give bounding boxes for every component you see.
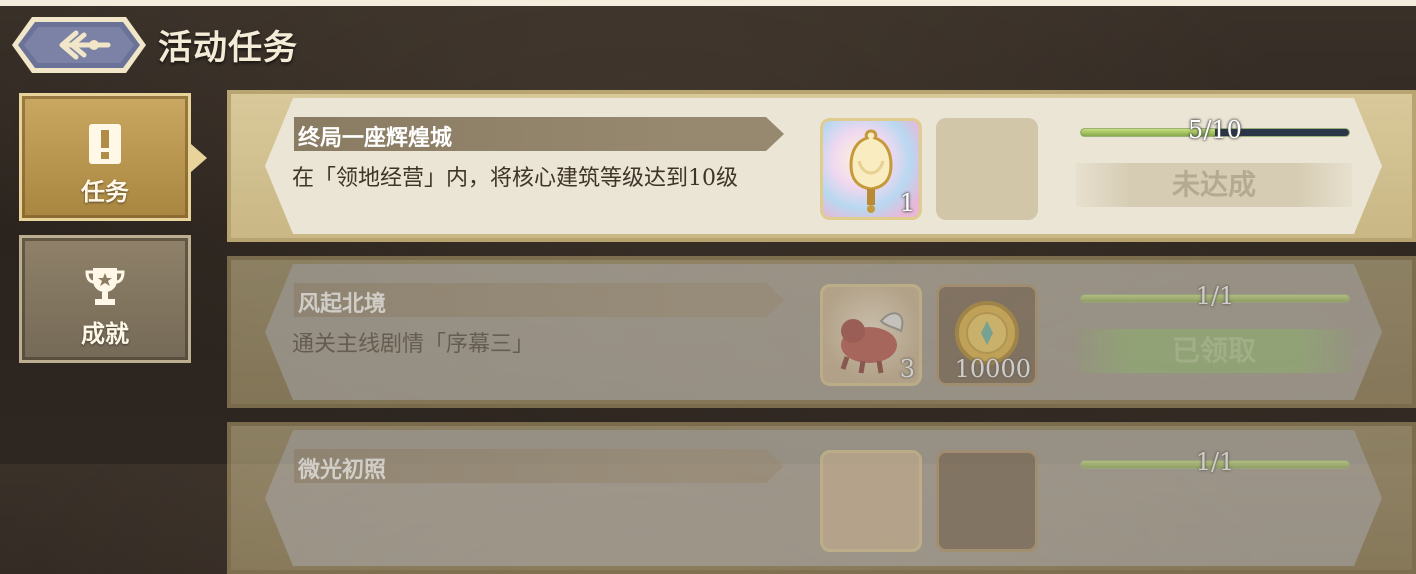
tab-tasks[interactable]: 任务 xyxy=(19,93,207,221)
reward-count: 3 xyxy=(899,355,915,383)
progress-text: 1/1 xyxy=(1195,448,1235,476)
reward-count: 1 xyxy=(899,189,915,217)
status-incomplete-button[interactable]: 未达成 xyxy=(1076,163,1352,207)
progress-text: 1/1 xyxy=(1195,282,1235,310)
task-description: 在「领地经营」内，将核心建筑等级达到10级 xyxy=(292,166,738,191)
reward-count: 10000 xyxy=(954,355,1031,383)
reward-item[interactable] xyxy=(820,450,922,552)
exclamation-icon xyxy=(89,124,121,164)
task-title: 终局一座辉煌城 xyxy=(298,125,453,151)
page-title: 活动任务 xyxy=(158,28,298,68)
reward-item[interactable] xyxy=(936,450,1038,552)
task-title: 风起北境 xyxy=(298,291,387,317)
reward-item[interactable]: 1 xyxy=(820,118,922,220)
top-strip xyxy=(0,0,1416,6)
reward-item[interactable]: 10000 xyxy=(936,284,1038,386)
progress-text: 5/10 xyxy=(1188,116,1242,144)
tab-achievements-label: 成就 xyxy=(81,319,129,348)
task-description: 通关主线剧情「序幕三」 xyxy=(292,332,535,357)
back-arrow-icon xyxy=(12,17,146,73)
trophy-icon xyxy=(85,268,125,305)
task-title: 微光初照 xyxy=(298,457,387,483)
tab-tasks-label: 任务 xyxy=(81,177,129,206)
tab-achievements[interactable]: 成就 xyxy=(19,235,191,363)
reward-item[interactable]: 3 xyxy=(820,284,922,386)
back-button[interactable] xyxy=(10,13,148,77)
status-claimed-label: 已领取 xyxy=(1076,329,1352,373)
reward-empty-slot xyxy=(936,118,1038,220)
